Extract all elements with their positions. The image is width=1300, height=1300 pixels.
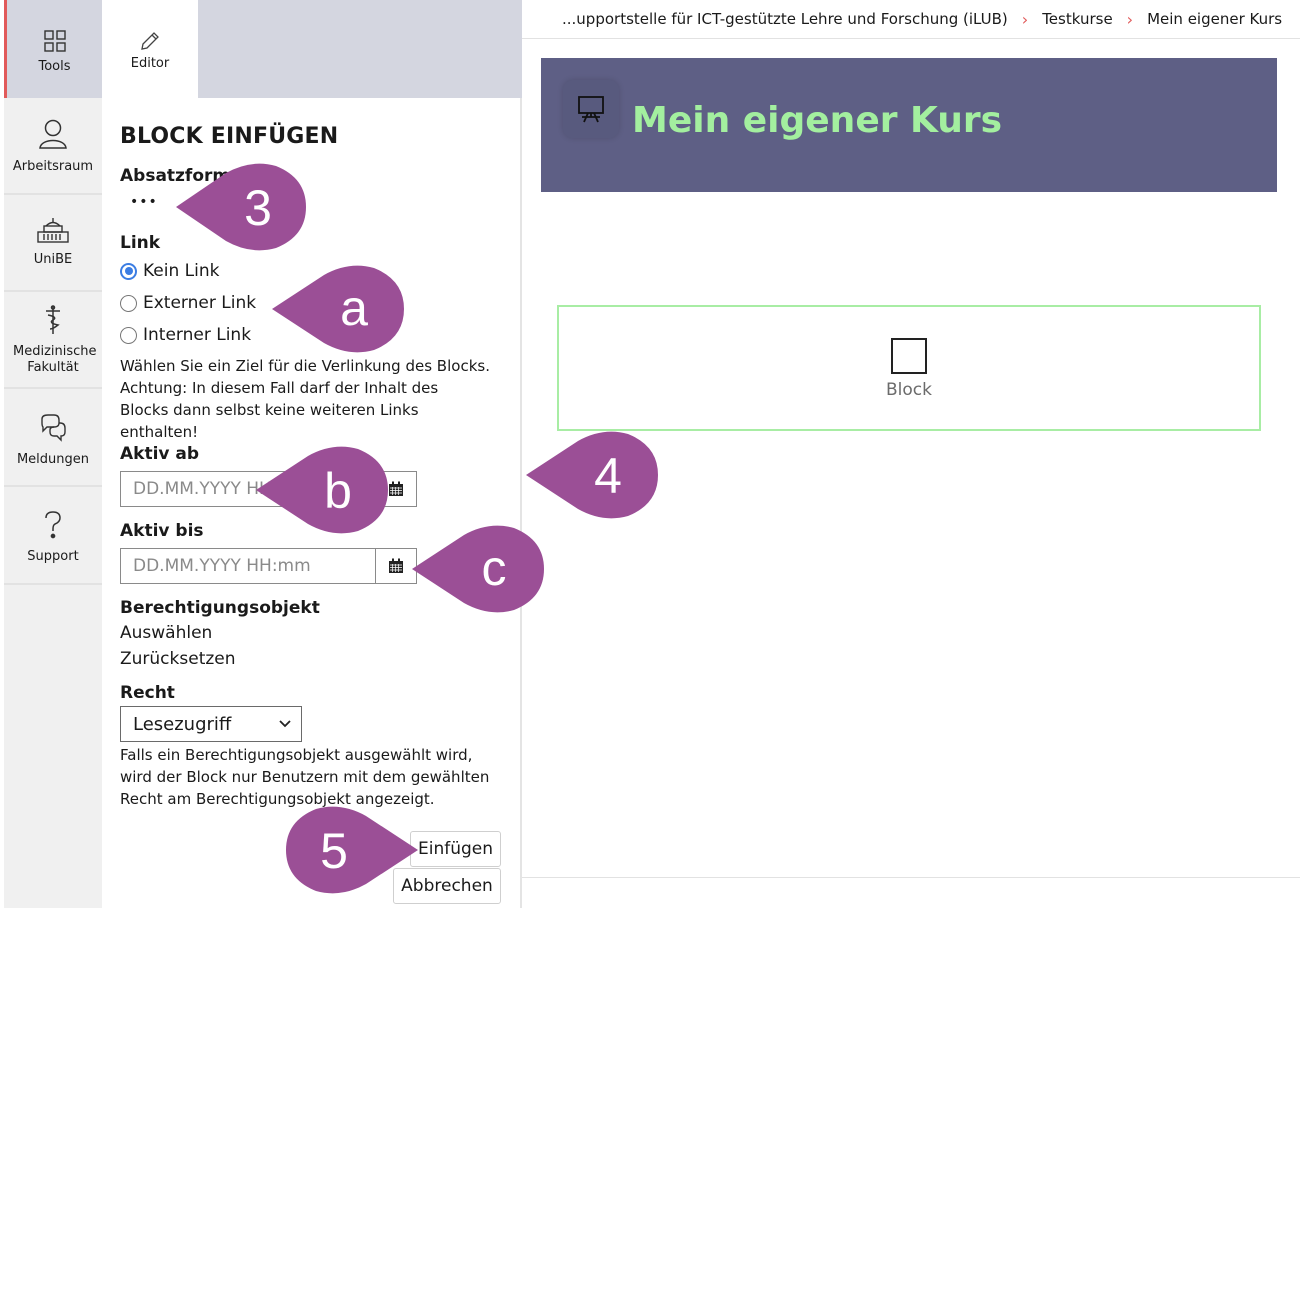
chat-icon xyxy=(41,414,66,442)
recht-select[interactable]: Lesezugriff xyxy=(120,706,302,742)
block-label: Block xyxy=(886,380,932,400)
mainbar-label: Tools xyxy=(38,59,71,74)
callout-marker: b xyxy=(256,446,388,538)
link-help-text: Wählen Sie ein Ziel für die Verlinkung d… xyxy=(120,357,490,441)
recht-selected-value: Lesezugriff xyxy=(133,713,232,735)
mainbar-item-medizinische-fakultaet[interactable]: Medizinische Fakultät xyxy=(4,292,102,389)
breadcrumb-item[interactable]: ...upportstelle für ICT-gestützte Lehre … xyxy=(562,10,1008,28)
course-header: Mein eigener Kurs xyxy=(541,58,1277,192)
tab-editor[interactable]: Editor xyxy=(102,0,198,98)
callout-marker: 5 xyxy=(286,806,418,898)
mainbar-item-tools[interactable]: Tools xyxy=(4,0,102,98)
mainbar-label: Medizinische Fakultät xyxy=(13,344,97,375)
square-icon xyxy=(891,338,927,374)
radio-button[interactable] xyxy=(120,294,137,312)
mainbar-label: Support xyxy=(27,549,79,564)
aktiv-bis-label: Aktiv bis xyxy=(120,521,204,541)
building-icon xyxy=(37,218,69,243)
radio-label: Kein Link xyxy=(143,261,220,281)
pencil-icon xyxy=(141,32,159,50)
presentation-board-icon xyxy=(563,80,619,138)
breadcrumb: ...upportstelle für ICT-gestützte Lehre … xyxy=(522,0,1300,39)
mainbar-label: UniBE xyxy=(33,252,73,267)
radio-externer-link[interactable]: Externer Link xyxy=(120,293,256,313)
recht-help-text: Falls ein Berechtigungsobjekt ausgewählt… xyxy=(120,746,490,808)
chevron-right-icon: › xyxy=(1021,9,1029,29)
absatzformat-dropdown[interactable]: ••• xyxy=(130,194,158,210)
panel-title: BLOCK EINFÜGEN xyxy=(120,124,339,149)
aktiv-ab-label: Aktiv ab xyxy=(120,444,200,464)
callout-label: a xyxy=(340,280,368,336)
mainbar-item-arbeitsraum[interactable]: Arbeitsraum xyxy=(4,98,102,195)
mainbar-item-unibe[interactable]: UniBE xyxy=(4,195,102,292)
callout-label: c xyxy=(481,540,507,596)
chevron-down-icon xyxy=(279,720,291,728)
einfuegen-button[interactable]: Einfügen xyxy=(410,831,501,867)
caduceus-icon xyxy=(46,305,60,334)
grid-icon xyxy=(43,30,66,52)
callout-label: b xyxy=(324,463,352,519)
breadcrumb-item[interactable]: Testkurse xyxy=(1042,10,1112,28)
aktiv-bis-field xyxy=(120,548,417,584)
auswaehlen-link[interactable]: Auswählen xyxy=(120,623,212,643)
callout-label: 5 xyxy=(320,823,348,879)
radio-interner-link[interactable]: Interner Link xyxy=(120,325,251,345)
callout-marker: 3 xyxy=(176,163,306,255)
radio-button[interactable] xyxy=(120,326,137,344)
mainbar-item-meldungen[interactable]: Meldungen xyxy=(4,389,102,487)
zuruecksetzen-link[interactable]: Zurücksetzen xyxy=(120,649,236,669)
radio-label: Interner Link xyxy=(143,325,252,345)
person-icon xyxy=(39,119,67,149)
course-title: Mein eigener Kurs xyxy=(632,100,1003,141)
callout-label: 4 xyxy=(594,448,622,504)
tab-label: Editor xyxy=(130,56,170,71)
calendar-icon[interactable] xyxy=(376,549,416,583)
mainbar-item-support[interactable]: Support xyxy=(4,487,102,585)
link-label: Link xyxy=(120,233,161,253)
radio-label: Externer Link xyxy=(143,293,257,313)
recht-label: Recht xyxy=(120,683,175,703)
tool-tabs: Editor xyxy=(102,0,522,98)
question-icon xyxy=(45,511,61,539)
divider xyxy=(522,877,1300,878)
breadcrumb-item[interactable]: Mein eigener Kurs xyxy=(1147,10,1282,28)
chevron-right-icon: › xyxy=(1126,9,1134,29)
callout-marker: a xyxy=(272,265,404,357)
mainbar-label: Meldungen xyxy=(16,452,90,467)
callout-marker: 4 xyxy=(526,431,658,523)
mainbar-label: Arbeitsraum xyxy=(12,159,94,174)
radio-button-checked[interactable] xyxy=(120,262,137,280)
radio-kein-link[interactable]: Kein Link xyxy=(120,261,219,281)
callout-marker: c xyxy=(412,525,544,617)
callout-label: 3 xyxy=(244,180,272,236)
aktiv-bis-input[interactable] xyxy=(121,549,376,583)
main-bar: Tools Arbeitsraum UniBE Medizinische Fak… xyxy=(4,0,102,908)
berechtigungsobjekt-label: Berechtigungsobjekt xyxy=(120,598,320,618)
block-placeholder[interactable]: Block xyxy=(557,305,1261,431)
